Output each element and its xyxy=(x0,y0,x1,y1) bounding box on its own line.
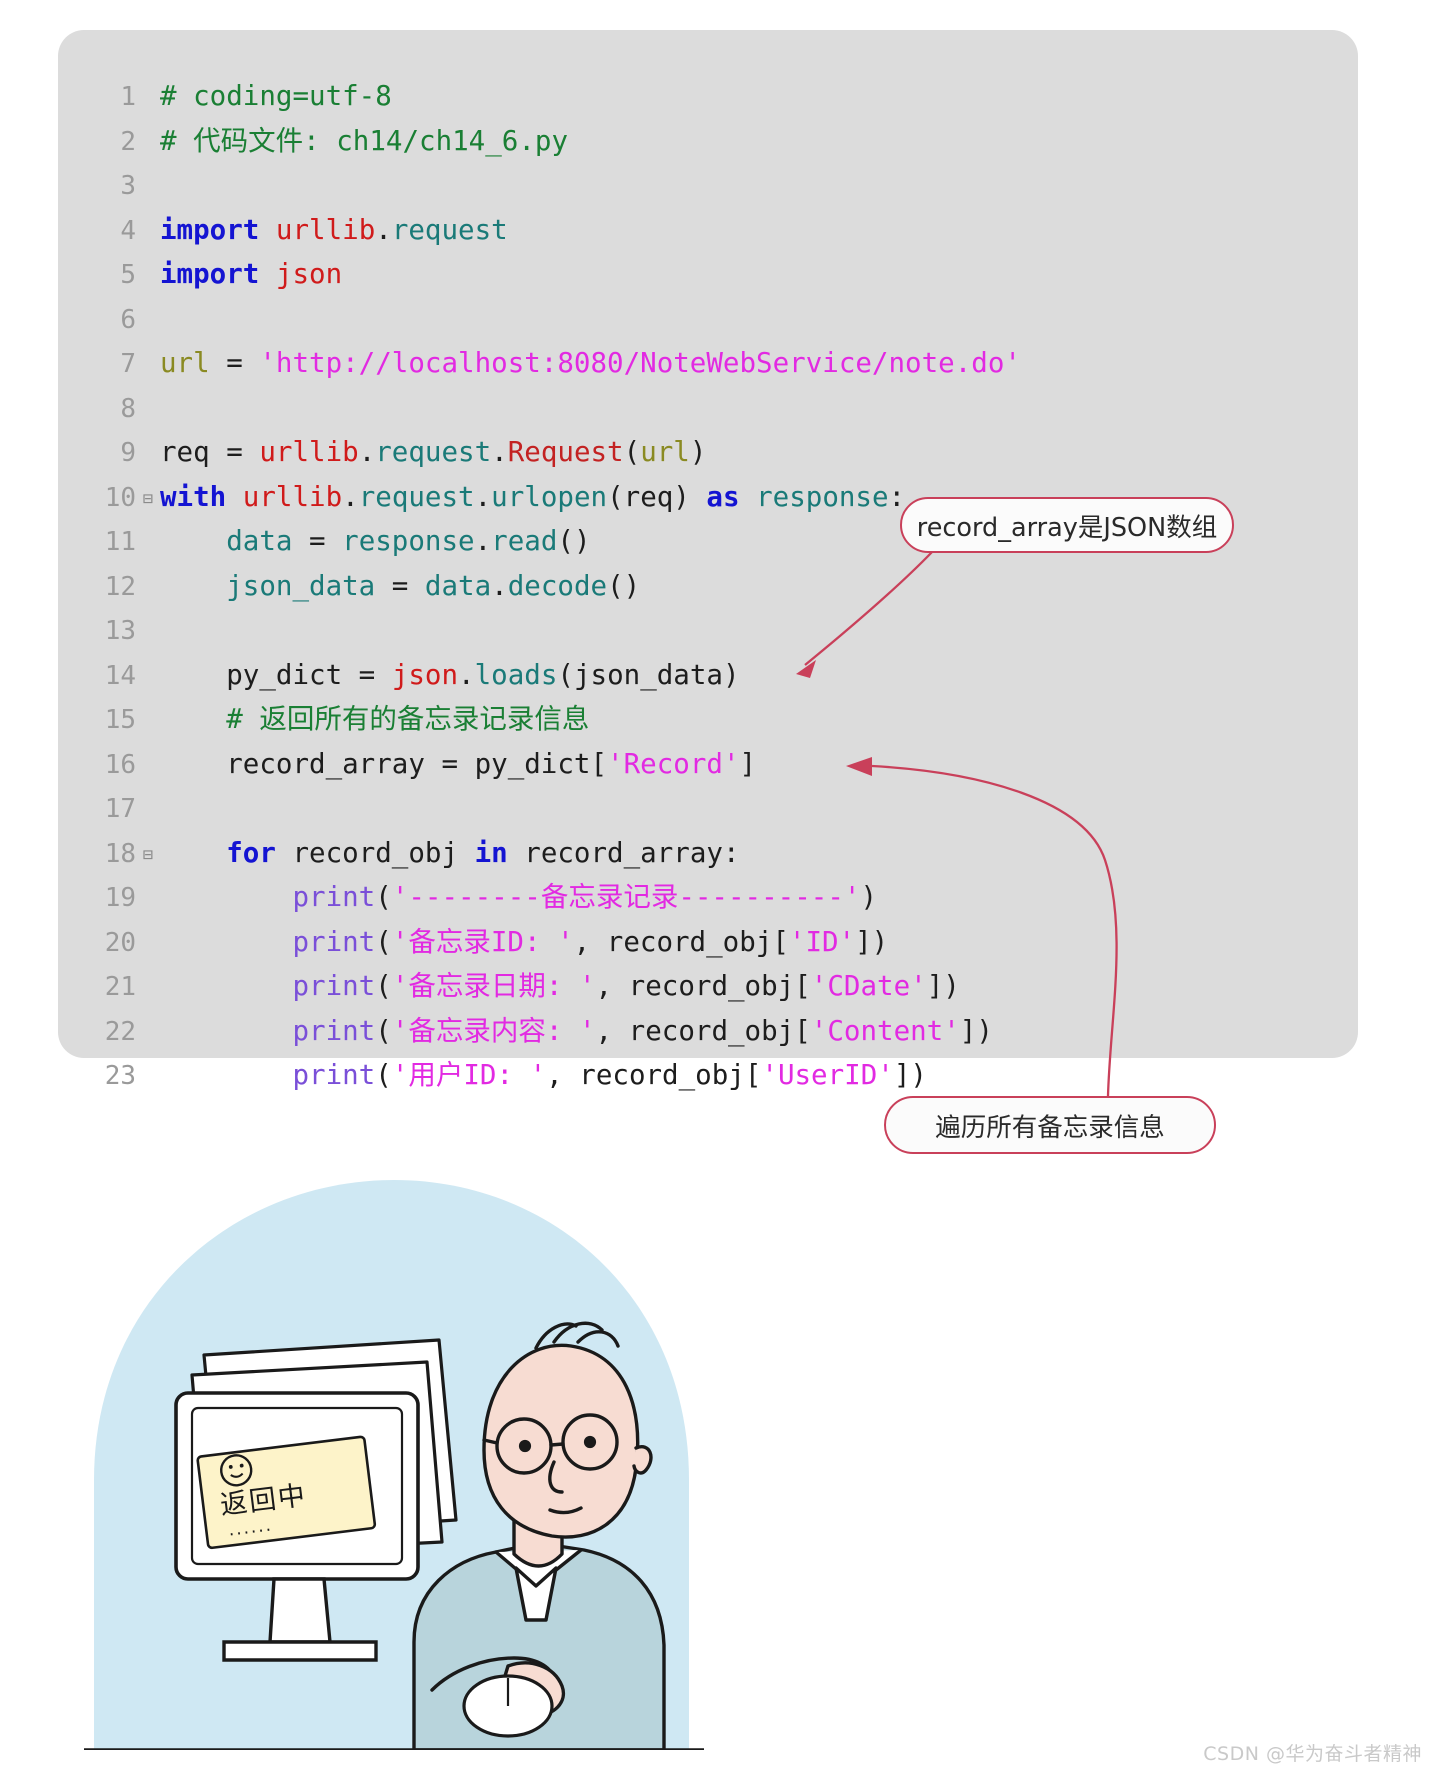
code-fold-spacer: · xyxy=(136,744,160,789)
code-fold-spacer: · xyxy=(136,254,160,299)
code-line[interactable]: 22· print('备忘录内容: ', record_obj['Content… xyxy=(58,1009,1358,1054)
code-line-text: with urllib.request.urlopen(req) as resp… xyxy=(160,480,906,513)
code-line-text: print('备忘录日期: ', record_obj['CDate']) xyxy=(292,970,960,1002)
line-number: 10 xyxy=(104,482,136,513)
line-number: 7 xyxy=(120,349,136,379)
line-number: 20 xyxy=(104,927,136,958)
code-line[interactable]: 20· print('备忘录ID: ', record_obj['ID']) xyxy=(58,920,1358,965)
code-line[interactable]: 15· # 返回所有的备忘录记录信息 xyxy=(58,697,1358,742)
code-line[interactable]: 9·req = urllib.request.Request(url) xyxy=(58,430,1358,475)
screen-sticky-note: 返回中 ...... xyxy=(196,1435,377,1550)
code-line[interactable]: 8· xyxy=(58,386,1358,431)
callout-record-array: record_array是JSON数组 xyxy=(900,497,1234,553)
code-fold-spacer: · xyxy=(136,1055,160,1100)
code-line-text: for record_obj in record_array: xyxy=(226,836,740,869)
code-line-text: data = response.read() xyxy=(226,525,591,557)
line-number: 21 xyxy=(104,972,136,1002)
line-number: 4 xyxy=(120,215,136,246)
code-fold-spacer: · xyxy=(136,610,160,655)
line-number: 15 xyxy=(104,705,136,735)
line-number: 17 xyxy=(104,794,136,824)
code-line[interactable]: 2·# 代码文件: ch14/ch14_6.py xyxy=(58,119,1358,164)
code-line[interactable]: 7·url = 'http://localhost:8080/NoteWebSe… xyxy=(58,341,1358,386)
code-fold-toggle-icon[interactable]: ⊟ xyxy=(136,833,160,878)
code-fold-spacer: · xyxy=(136,210,160,255)
line-number: 22 xyxy=(104,1016,136,1047)
code-fold-spacer: · xyxy=(136,165,160,210)
code-fold-spacer: · xyxy=(136,432,160,477)
line-number: 5 xyxy=(120,260,136,290)
line-number: 8 xyxy=(120,393,136,424)
code-line[interactable]: 6· xyxy=(58,297,1358,342)
code-line-text: req = urllib.request.Request(url) xyxy=(160,436,707,468)
code-line-text: import urllib.request xyxy=(160,213,508,246)
code-fold-spacer: · xyxy=(136,877,160,922)
code-editor-area[interactable]: 1·# coding=utf-82·# 代码文件: ch14/ch14_6.py… xyxy=(58,74,1358,1098)
code-line[interactable]: 1·# coding=utf-8 xyxy=(58,74,1358,119)
code-line-text: print('备忘录ID: ', record_obj['ID']) xyxy=(292,925,889,958)
callout-loop-annotation: 遍历所有备忘录信息 xyxy=(884,1096,1216,1154)
line-number: 19 xyxy=(104,883,136,913)
code-fold-spacer: · xyxy=(136,655,160,700)
code-line[interactable]: 12· json_data = data.decode() xyxy=(58,564,1358,609)
code-line-text: json_data = data.decode() xyxy=(226,569,641,602)
code-line-text: url = 'http://localhost:8080/NoteWebServ… xyxy=(160,347,1021,379)
code-line[interactable]: 3· xyxy=(58,163,1358,208)
person-head xyxy=(482,1343,640,1539)
code-line[interactable]: 21· print('备忘录日期: ', record_obj['CDate']… xyxy=(58,964,1358,1009)
computer-mouse xyxy=(462,1674,554,1738)
code-line-text: print('--------备忘录记录----------') xyxy=(292,881,878,913)
code-line-text: # 代码文件: ch14/ch14_6.py xyxy=(160,124,569,157)
code-line-text: import json xyxy=(160,258,343,290)
code-line[interactable]: 5·import json xyxy=(58,252,1358,297)
code-line-text: print('备忘录内容: ', record_obj['Content']) xyxy=(292,1014,993,1047)
line-number: 1 xyxy=(120,82,136,112)
cartoon-illustration: 返回中 ...... xyxy=(84,1180,704,1750)
code-line-text: # coding=utf-8 xyxy=(160,80,392,112)
code-line[interactable]: 17· xyxy=(58,786,1358,831)
code-line[interactable]: 23· print('用户ID: ', record_obj['UserID']… xyxy=(58,1053,1358,1098)
line-number: 9 xyxy=(120,438,136,468)
line-number: 14 xyxy=(104,660,136,691)
line-number: 3 xyxy=(120,171,136,201)
code-line[interactable]: 16· record_array = py_dict['Record'] xyxy=(58,742,1358,787)
code-fold-spacer: · xyxy=(136,966,160,1011)
code-line[interactable]: 19· print('--------备忘录记录----------') xyxy=(58,875,1358,920)
code-line-text: record_array = py_dict['Record'] xyxy=(226,747,757,780)
code-fold-spacer: · xyxy=(136,1011,160,1056)
line-number: 18 xyxy=(104,838,136,869)
code-fold-spacer: · xyxy=(136,76,160,121)
code-fold-spacer: · xyxy=(136,299,160,344)
code-line-text: py_dict = json.loads(json_data) xyxy=(226,658,740,691)
line-number: 23 xyxy=(104,1061,136,1091)
code-fold-spacer: · xyxy=(136,343,160,388)
code-line-text: # 返回所有的备忘录记录信息 xyxy=(226,703,590,735)
code-line[interactable]: 14· py_dict = json.loads(json_data) xyxy=(58,653,1358,698)
line-number: 2 xyxy=(120,126,136,157)
code-line[interactable]: 18 ⊟ for record_obj in record_array: xyxy=(58,831,1358,876)
code-fold-spacer: · xyxy=(136,388,160,433)
code-fold-spacer: · xyxy=(136,521,160,566)
code-fold-toggle-icon[interactable]: ⊟ xyxy=(136,477,160,522)
code-line-text: print('用户ID: ', record_obj['UserID']) xyxy=(292,1059,927,1091)
code-fold-spacer: · xyxy=(136,566,160,611)
code-fold-spacer: · xyxy=(136,121,160,166)
code-fold-spacer: · xyxy=(136,699,160,744)
csdn-watermark: CSDN @华为奋斗者精神 xyxy=(1203,1743,1422,1765)
code-line[interactable]: 4·import urllib.request xyxy=(58,208,1358,253)
code-fold-spacer: · xyxy=(136,788,160,833)
code-line[interactable]: 13· xyxy=(58,608,1358,653)
line-number: 6 xyxy=(120,304,136,335)
line-number: 13 xyxy=(104,616,136,646)
line-number: 11 xyxy=(104,527,136,557)
line-number: 12 xyxy=(104,571,136,602)
code-fold-spacer: · xyxy=(136,922,160,967)
line-number: 16 xyxy=(104,749,136,780)
